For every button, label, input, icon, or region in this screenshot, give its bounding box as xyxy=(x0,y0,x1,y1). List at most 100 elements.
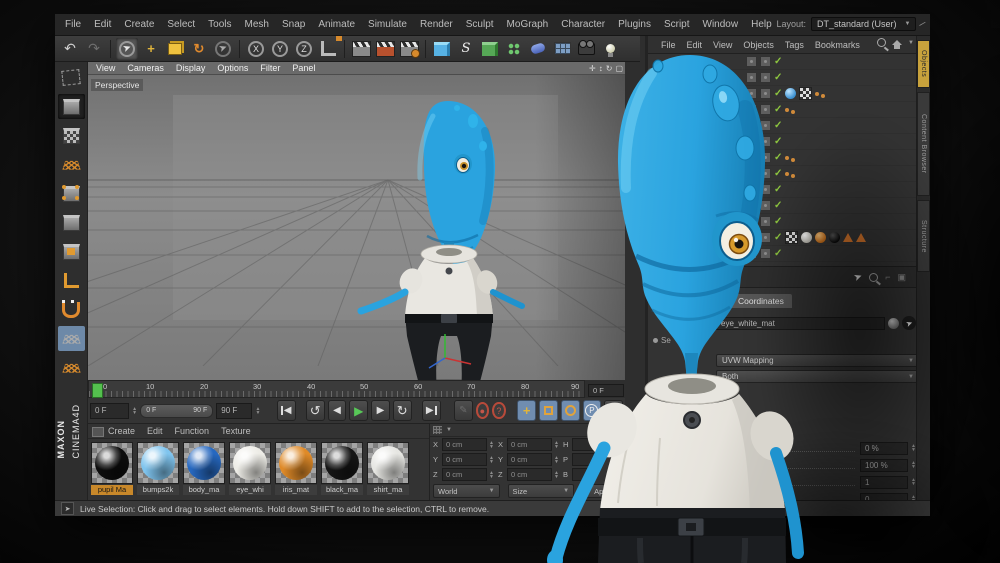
attr-value-field[interactable]: 100 % xyxy=(860,458,908,472)
side-tab-objects[interactable]: Objects xyxy=(917,40,930,88)
menu-create[interactable]: Create xyxy=(124,19,154,30)
current-frame-field[interactable]: 0 F xyxy=(90,402,130,419)
workplane-transform-icon[interactable] xyxy=(58,355,85,380)
menu-help[interactable]: Help xyxy=(751,19,772,30)
frame-range-slider[interactable]: 0 F 90 F xyxy=(140,403,214,418)
menu-mesh[interactable]: Mesh xyxy=(245,19,269,30)
previous-frame-icon[interactable]: ◀ xyxy=(327,400,347,421)
texture-mode-icon[interactable] xyxy=(58,123,85,148)
add-mograph-icon[interactable] xyxy=(503,38,525,60)
snap-toggle-icon[interactable] xyxy=(58,297,85,322)
phong-tag-icon[interactable] xyxy=(856,233,867,242)
picker-icon[interactable]: ➤ xyxy=(902,316,916,330)
viewport-menu-display[interactable]: Display xyxy=(176,63,206,73)
pos-z-stepper[interactable]: ▲ ▼ xyxy=(489,468,496,482)
frame-stepper[interactable]: ▲ ▼ xyxy=(132,404,137,418)
last-tool-icon[interactable]: ➤ xyxy=(212,38,234,60)
material-menu-edit[interactable]: Edit xyxy=(147,426,163,436)
viewport-menu-view[interactable]: View xyxy=(96,63,115,73)
move-icon[interactable]: + xyxy=(140,38,162,60)
material-swatch[interactable]: bumps2k xyxy=(137,442,179,495)
menu-file[interactable]: File xyxy=(65,19,81,30)
timeline-ruler[interactable]: 0 10 20 30 40 50 60 70 80 90 xyxy=(88,380,585,398)
material-menu-function[interactable]: Function xyxy=(175,426,210,436)
pos-z-field[interactable]: 0 cm xyxy=(442,468,487,481)
pos-x-stepper[interactable]: ▲ ▼ xyxy=(489,438,496,452)
viewport-menu-panel[interactable]: Panel xyxy=(292,63,315,73)
viewport-menu-options[interactable]: Options xyxy=(217,63,248,73)
attr-value-field[interactable]: 0 % xyxy=(860,441,908,455)
make-editable-icon[interactable] xyxy=(58,65,85,90)
end-frame-field[interactable]: 90 F xyxy=(216,402,253,419)
attr-value-field[interactable]: 0 xyxy=(860,492,908,500)
material-menu-texture[interactable]: Texture xyxy=(221,426,251,436)
workplane-lock-icon[interactable] xyxy=(57,326,85,351)
menu-edit[interactable]: Edit xyxy=(94,19,111,30)
material-swatch[interactable]: body_ma xyxy=(183,442,225,495)
redo-icon[interactable]: ↷ xyxy=(83,38,105,60)
side-tab-content-browser[interactable]: Content Browser xyxy=(917,92,930,196)
pointer-icon[interactable]: ➤ xyxy=(852,270,864,283)
view-label[interactable]: Perspective xyxy=(91,79,144,91)
material-swatch[interactable]: pupil Ma xyxy=(91,442,133,495)
axis-y-lock[interactable]: Y xyxy=(269,38,291,60)
coordinate-world-dropdown[interactable]: World ▼ xyxy=(433,484,500,498)
toggle-position-icon[interactable]: + xyxy=(517,400,537,421)
record-disabled-icon[interactable]: ✎ xyxy=(453,400,473,421)
menu-sculpt[interactable]: Sculpt xyxy=(466,19,494,30)
timeline-playhead[interactable] xyxy=(92,383,103,398)
viewport-character[interactable] xyxy=(345,96,535,380)
material-tag-icon[interactable] xyxy=(815,232,827,243)
model-mode-icon[interactable] xyxy=(57,94,85,119)
mini-sphere-icon[interactable] xyxy=(888,317,899,329)
record-keyframe-icon[interactable]: ● xyxy=(475,402,490,419)
workplane-mode-icon[interactable] xyxy=(58,152,85,177)
phong-tag-icon[interactable] xyxy=(843,233,854,242)
next-key-icon[interactable]: ↻ xyxy=(392,400,412,421)
material-swatch[interactable]: eye_whi xyxy=(229,442,271,495)
menu-render[interactable]: Render xyxy=(420,19,453,30)
menu-snap[interactable]: Snap xyxy=(282,19,305,30)
next-frame-icon[interactable]: ▶ xyxy=(371,400,390,421)
chevron-down-icon[interactable]: ▼ xyxy=(446,427,452,433)
menu-tools[interactable]: Tools xyxy=(208,19,231,30)
menu-script[interactable]: Script xyxy=(664,19,690,30)
menu-select[interactable]: Select xyxy=(167,19,195,30)
previous-key-icon[interactable]: ↺ xyxy=(305,400,325,421)
viewport-menu-cameras[interactable]: Cameras xyxy=(127,63,164,73)
search-icon[interactable] xyxy=(877,38,887,47)
home-icon[interactable] xyxy=(892,40,903,49)
filter-search-icon[interactable] xyxy=(869,272,879,282)
autokey-icon[interactable]: ? xyxy=(492,402,506,419)
material-tag-icon[interactable] xyxy=(829,232,841,243)
menu-animate[interactable]: Animate xyxy=(318,19,355,30)
edges-mode-icon[interactable] xyxy=(58,210,85,235)
goto-start-icon[interactable]: ◀ xyxy=(276,400,296,421)
render-view-icon[interactable] xyxy=(350,38,372,60)
live-selection-icon[interactable]: ➤ xyxy=(116,37,138,60)
panel-menu-icon[interactable]: ▼ xyxy=(908,40,914,46)
goto-end-icon[interactable]: ▶ xyxy=(421,400,441,421)
add-spline-icon[interactable]: S xyxy=(455,38,477,60)
side-tab-structure[interactable]: Structure xyxy=(917,200,930,272)
material-swatch[interactable]: iris_mat xyxy=(275,442,317,495)
pos-y-stepper[interactable]: ▲ ▼ xyxy=(489,453,496,467)
end-frame-stepper[interactable]: ▲ ▼ xyxy=(255,404,260,418)
menu-simulate[interactable]: Simulate xyxy=(368,19,407,30)
menu-mograph[interactable]: MoGraph xyxy=(507,19,549,30)
play-icon[interactable]: ▶ xyxy=(349,400,369,421)
points-mode-icon[interactable] xyxy=(58,181,85,206)
render-settings-icon[interactable] xyxy=(398,38,420,60)
om-menu-bookmarks[interactable]: Bookmarks xyxy=(815,40,860,50)
material-menu-create[interactable]: Create xyxy=(108,426,135,436)
menu-character[interactable]: Character xyxy=(561,19,605,30)
polygons-mode-icon[interactable] xyxy=(58,239,85,264)
pos-y-field[interactable]: 0 cm xyxy=(442,453,487,466)
viewport-menu-filter[interactable]: Filter xyxy=(260,63,280,73)
undo-icon[interactable]: ↶ xyxy=(59,38,81,60)
attr-value-field[interactable]: 1 xyxy=(860,475,908,489)
axis-mode-icon[interactable] xyxy=(58,268,85,293)
axis-x-lock[interactable]: X xyxy=(245,38,267,60)
layout-dropdown[interactable]: DT_standard (User) ▼ xyxy=(811,17,917,31)
add-generator-icon[interactable] xyxy=(479,38,501,60)
